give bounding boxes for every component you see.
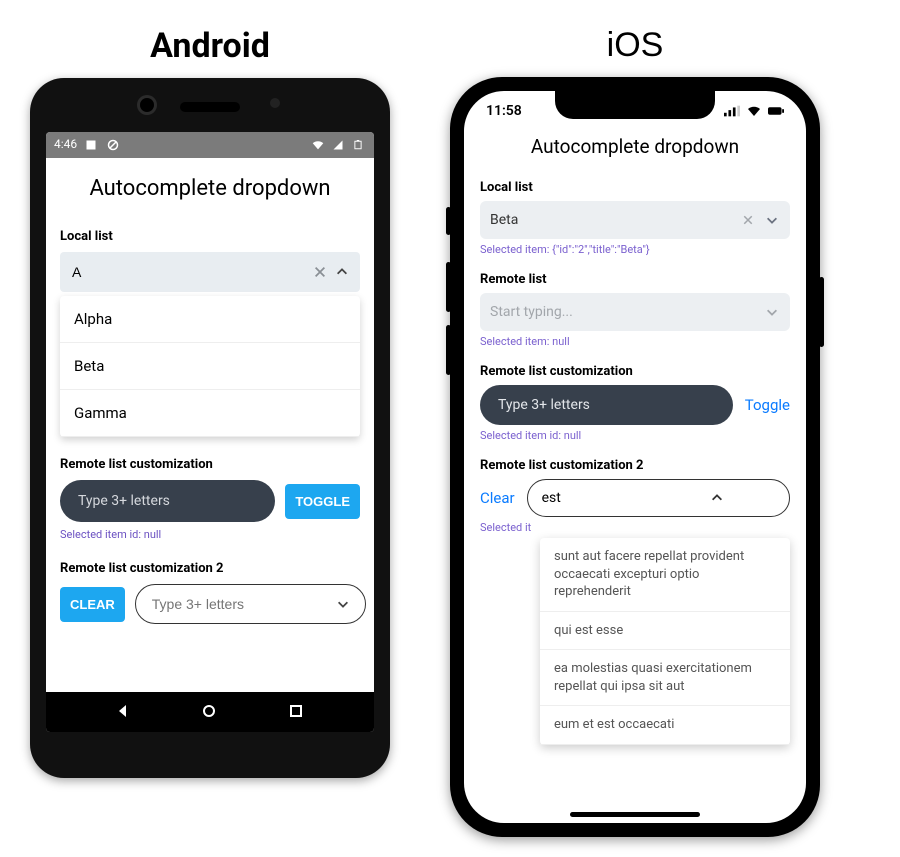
local-list-dropdown: Alpha Beta Gamma [60,296,360,437]
remote-custom2-heading: Remote list customization 2 [480,458,790,473]
list-item[interactable]: ea molestias quasi exercitationem repell… [540,650,790,706]
selected-hint: Selected item: null [480,335,790,348]
nav-back-icon[interactable] [115,703,133,721]
local-list-value: Beta [490,212,732,228]
selected-hint: Selected it [480,521,790,534]
remote-custom-heading: Remote list customization [60,457,360,472]
cell-signal-icon [724,103,740,119]
local-list-textfield[interactable] [70,263,306,281]
android-nav-bar [46,692,374,732]
local-list-input[interactable] [60,252,360,292]
remote-list-input[interactable]: Start typing... [480,293,790,331]
platform-label-ios: iOS [607,26,664,65]
square-icon [83,137,99,153]
ios-device-frame: 11:58 Autocomplete dropdow [450,77,820,837]
android-status-bar: 4:46 [46,132,374,158]
clear-icon[interactable] [740,212,756,228]
remote-custom2-input[interactable] [135,584,366,624]
remote-custom2-input[interactable]: est [527,479,790,517]
chevron-up-icon[interactable] [658,490,775,506]
remote-custom-heading: Remote list customization [480,364,790,379]
list-item[interactable]: Beta [60,343,360,390]
input-placeholder: Type 3+ letters [498,397,590,413]
remote-custom2-heading: Remote list customization 2 [60,561,360,576]
list-item[interactable]: eum et est occaecati [540,706,790,745]
android-device-frame: 4:46 [30,78,390,778]
wifi-icon [310,137,326,153]
selected-hint: Selected item id: null [480,429,790,442]
clear-button[interactable]: Clear [480,489,515,507]
toggle-button[interactable]: Toggle [745,396,790,414]
platform-label-android: Android [150,26,270,66]
cell-signal-icon [330,137,346,153]
donotdisturb-icon [105,137,121,153]
remote-list-heading: Remote list [480,272,790,287]
local-list-heading: Local list [480,180,790,195]
wifi-icon [746,103,762,119]
local-list-input[interactable]: Beta [480,201,790,239]
battery-icon [768,103,784,119]
remote-custom-input[interactable]: Type 3+ letters [480,385,733,425]
input-placeholder: Type 3+ letters [78,493,170,509]
list-item[interactable]: qui est esse [540,612,790,651]
status-time: 4:46 [54,137,77,153]
nav-home-icon[interactable] [201,703,219,721]
chevron-down-icon[interactable] [764,304,780,320]
remote-custom-input[interactable]: Type 3+ letters [60,480,275,522]
home-indicator[interactable] [570,812,700,817]
remote-custom2-dropdown: sunt aut facere repellat provident occae… [540,538,790,745]
battery-icon [350,137,366,153]
toggle-button[interactable]: TOGGLE [285,484,360,519]
clear-button[interactable]: CLEAR [60,587,125,622]
chevron-down-icon[interactable] [764,212,780,228]
local-list-heading: Local list [60,229,360,244]
chevron-down-icon[interactable] [335,596,351,612]
page-title: Autocomplete dropdown [464,131,806,164]
status-time: 11:58 [486,103,522,119]
remote-custom2-value: est [542,490,659,506]
list-item[interactable]: Alpha [60,296,360,343]
input-placeholder: Start typing... [490,304,756,320]
list-item[interactable]: sunt aut facere repellat provident occae… [540,538,790,612]
clear-icon[interactable] [312,264,328,280]
list-item[interactable]: Gamma [60,390,360,437]
selected-hint: Selected item: {"id":"2","title":"Beta"} [480,243,790,256]
chevron-up-icon[interactable] [334,264,350,280]
nav-recent-icon[interactable] [288,703,306,721]
page-title: Autocomplete dropdown [46,158,374,209]
remote-custom2-textfield[interactable] [150,595,335,613]
selected-hint: Selected item id: null [60,528,360,541]
